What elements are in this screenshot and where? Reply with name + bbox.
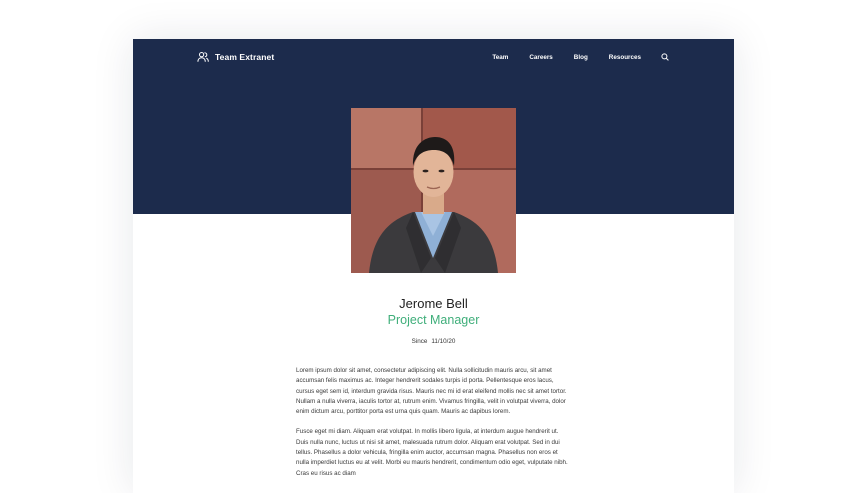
search-icon[interactable] [661, 53, 669, 61]
brand-name: Team Extranet [215, 52, 275, 62]
profile-bio: Lorem ipsum dolor sit amet, consectetur … [296, 366, 571, 489]
bio-paragraph: Fusce eget mi diam. Aliquam erat volutpa… [296, 428, 568, 477]
since-label: Since [411, 338, 428, 345]
nav-careers[interactable]: Careers [529, 54, 552, 61]
bio-paragraph: Lorem ipsum dolor sit amet, consectetur … [296, 367, 567, 416]
profile-name: Jerome Bell [399, 296, 468, 311]
brand-logo[interactable]: Team Extranet [197, 50, 274, 64]
nav-resources[interactable]: Resources [609, 54, 641, 61]
users-icon [197, 51, 209, 63]
nav-blog[interactable]: Blog [574, 54, 588, 61]
profile-role: Project Manager [387, 313, 480, 327]
profile-photo [351, 108, 516, 273]
main-nav: Team Careers Blog Resources [492, 51, 669, 63]
member-since: Since 11/10/20 [133, 338, 734, 345]
nav-team[interactable]: Team [492, 54, 508, 61]
since-date: 11/10/20 [431, 338, 456, 345]
page-frame: Team Extranet Team Careers Blog Resource… [133, 39, 734, 493]
